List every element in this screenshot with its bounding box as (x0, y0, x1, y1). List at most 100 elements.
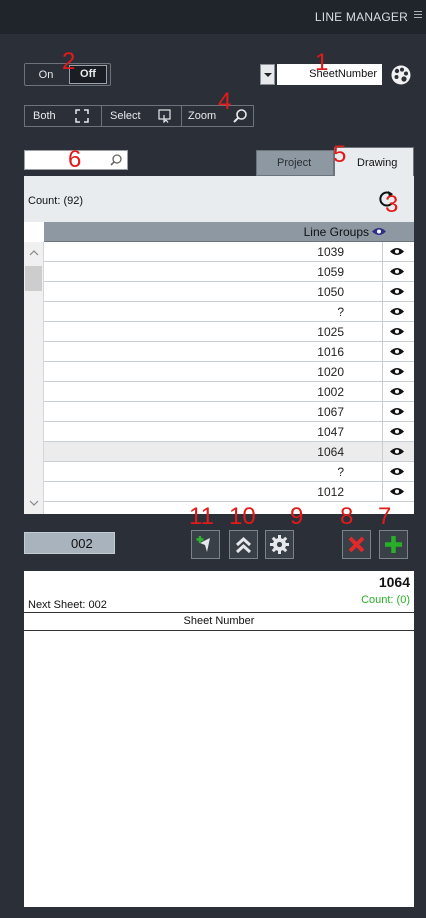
table-row[interactable]: 1050 (44, 282, 414, 302)
both-label: Both (33, 110, 56, 122)
callout-7: 7 (378, 503, 392, 530)
line-group-value: 1050 (317, 285, 344, 299)
table-row[interactable]: 1067 (44, 402, 414, 422)
callout-6: 6 (68, 146, 82, 173)
visibility-cell (382, 302, 414, 321)
line-groups-panel: Count: (92) 3 Line Groups 1039 1059 1050? 1… (24, 176, 414, 514)
window-title: LINE MANAGER (314, 10, 408, 24)
scroll-up-icon[interactable] (24, 246, 44, 260)
line-group-value: 1067 (317, 405, 344, 419)
visibility-cell (382, 442, 414, 461)
visibility-cell (382, 362, 414, 381)
table-row[interactable]: 1025 (44, 322, 414, 342)
scroll-down-icon[interactable] (24, 496, 44, 510)
both-button[interactable]: Both (25, 106, 99, 126)
magnifier-icon (233, 109, 247, 123)
tab-drawing-label: Drawing (357, 157, 398, 169)
table-row[interactable]: ? (44, 462, 414, 482)
select-cursor-icon (158, 109, 171, 123)
select-button[interactable]: Select (101, 106, 182, 126)
pick-cursor-plus-icon (196, 536, 210, 552)
callout-11: 11 (189, 503, 214, 530)
add-pick-button[interactable] (191, 530, 220, 559)
table-row[interactable]: 1020 (44, 362, 414, 382)
line-groups-header: Line Groups (303, 225, 369, 239)
callout-3: 3 (385, 191, 399, 218)
table-row[interactable]: 1016 (44, 342, 414, 362)
grid-rows: 1039 1059 1050? 1025 1016 1020 1002 1067 1047 106… (44, 242, 414, 514)
close-icon (348, 536, 365, 553)
column-divider (24, 630, 414, 631)
line-group-value: 1002 (317, 385, 344, 399)
line-group-value: ? (337, 305, 344, 319)
chevron-down-icon (264, 73, 272, 77)
visibility-cell (382, 322, 414, 341)
detail-count: Count: (0) (361, 594, 410, 606)
add-button[interactable] (379, 530, 408, 559)
scroll-thumb[interactable] (25, 266, 42, 291)
double-chevron-up-icon (235, 536, 252, 554)
search-icon (110, 154, 122, 166)
callout-8: 8 (340, 503, 354, 530)
visibility-cell (382, 382, 414, 401)
palette-icon[interactable] (390, 64, 412, 86)
sheet-number-column-header: Sheet Number (183, 615, 255, 627)
line-group-value: 1012 (317, 485, 344, 499)
delete-button[interactable] (342, 530, 371, 559)
number-field-value: 002 (71, 536, 93, 551)
vertical-scrollbar[interactable] (24, 242, 44, 514)
detail-panel: 1064 Count: (0) Next Sheet: 002 Sheet Nu… (24, 571, 414, 907)
line-group-value: 1059 (317, 265, 344, 279)
callout-4: 4 (218, 88, 232, 115)
grid-header: Line Groups (44, 222, 414, 242)
visibility-cell (382, 262, 414, 281)
line-group-value: 1039 (317, 245, 344, 259)
visibility-cell (382, 402, 414, 421)
detail-divider (24, 612, 414, 613)
line-group-value: ? (337, 465, 344, 479)
table-row[interactable]: 1047 (44, 422, 414, 442)
callout-2: 2 (62, 48, 76, 75)
eye-header-icon[interactable] (371, 226, 387, 237)
callout-1: 1 (315, 49, 329, 76)
line-group-value: 1025 (317, 325, 344, 339)
line-group-value: 1064 (317, 445, 344, 459)
tab-project[interactable]: Project (256, 150, 334, 176)
line-group-value: 1016 (317, 345, 344, 359)
settings-button[interactable] (265, 530, 294, 559)
table-row[interactable]: 1002 (44, 382, 414, 402)
visibility-cell (382, 242, 414, 261)
dropdown-arrow-button[interactable] (260, 64, 275, 85)
line-group-value: 1047 (317, 425, 344, 439)
collapse-button[interactable] (229, 530, 258, 559)
visibility-cell (382, 482, 414, 501)
table-row[interactable]: 1012 (44, 482, 414, 502)
visibility-cell (382, 282, 414, 301)
visibility-cell (382, 462, 414, 481)
line-groups-grid: Line Groups 1039 1059 1050? 1025 1016 1020 100… (24, 222, 414, 514)
next-sheet-label: Next Sheet: 002 (28, 599, 107, 611)
table-row[interactable]: 1039 (44, 242, 414, 262)
number-field[interactable]: 002 (24, 532, 115, 554)
title-bar: LINE MANAGER (0, 0, 426, 34)
detail-title: 1064 (378, 574, 410, 590)
table-row[interactable]: ? (44, 302, 414, 322)
tab-project-label: Project (277, 157, 312, 169)
callout-5: 5 (333, 141, 347, 168)
expand-arrows-icon (75, 109, 89, 123)
plus-icon (385, 536, 402, 553)
callout-10: 10 (229, 503, 256, 530)
sheet-select-value: SheetNumber (277, 64, 382, 85)
zoom-label: Zoom (188, 110, 217, 122)
menu-icon[interactable] (414, 11, 422, 21)
line-group-value: 1020 (317, 365, 344, 379)
select-label: Select (110, 110, 141, 122)
toggle-on-option[interactable]: On (27, 65, 65, 85)
table-row[interactable]: 1059 (44, 262, 414, 282)
visibility-cell (382, 342, 414, 361)
visibility-cell (382, 422, 414, 441)
table-row[interactable]: 1064 (44, 442, 414, 462)
count-label: Count: (92) (28, 195, 84, 207)
gear-icon (270, 535, 289, 554)
callout-9: 9 (290, 503, 304, 530)
